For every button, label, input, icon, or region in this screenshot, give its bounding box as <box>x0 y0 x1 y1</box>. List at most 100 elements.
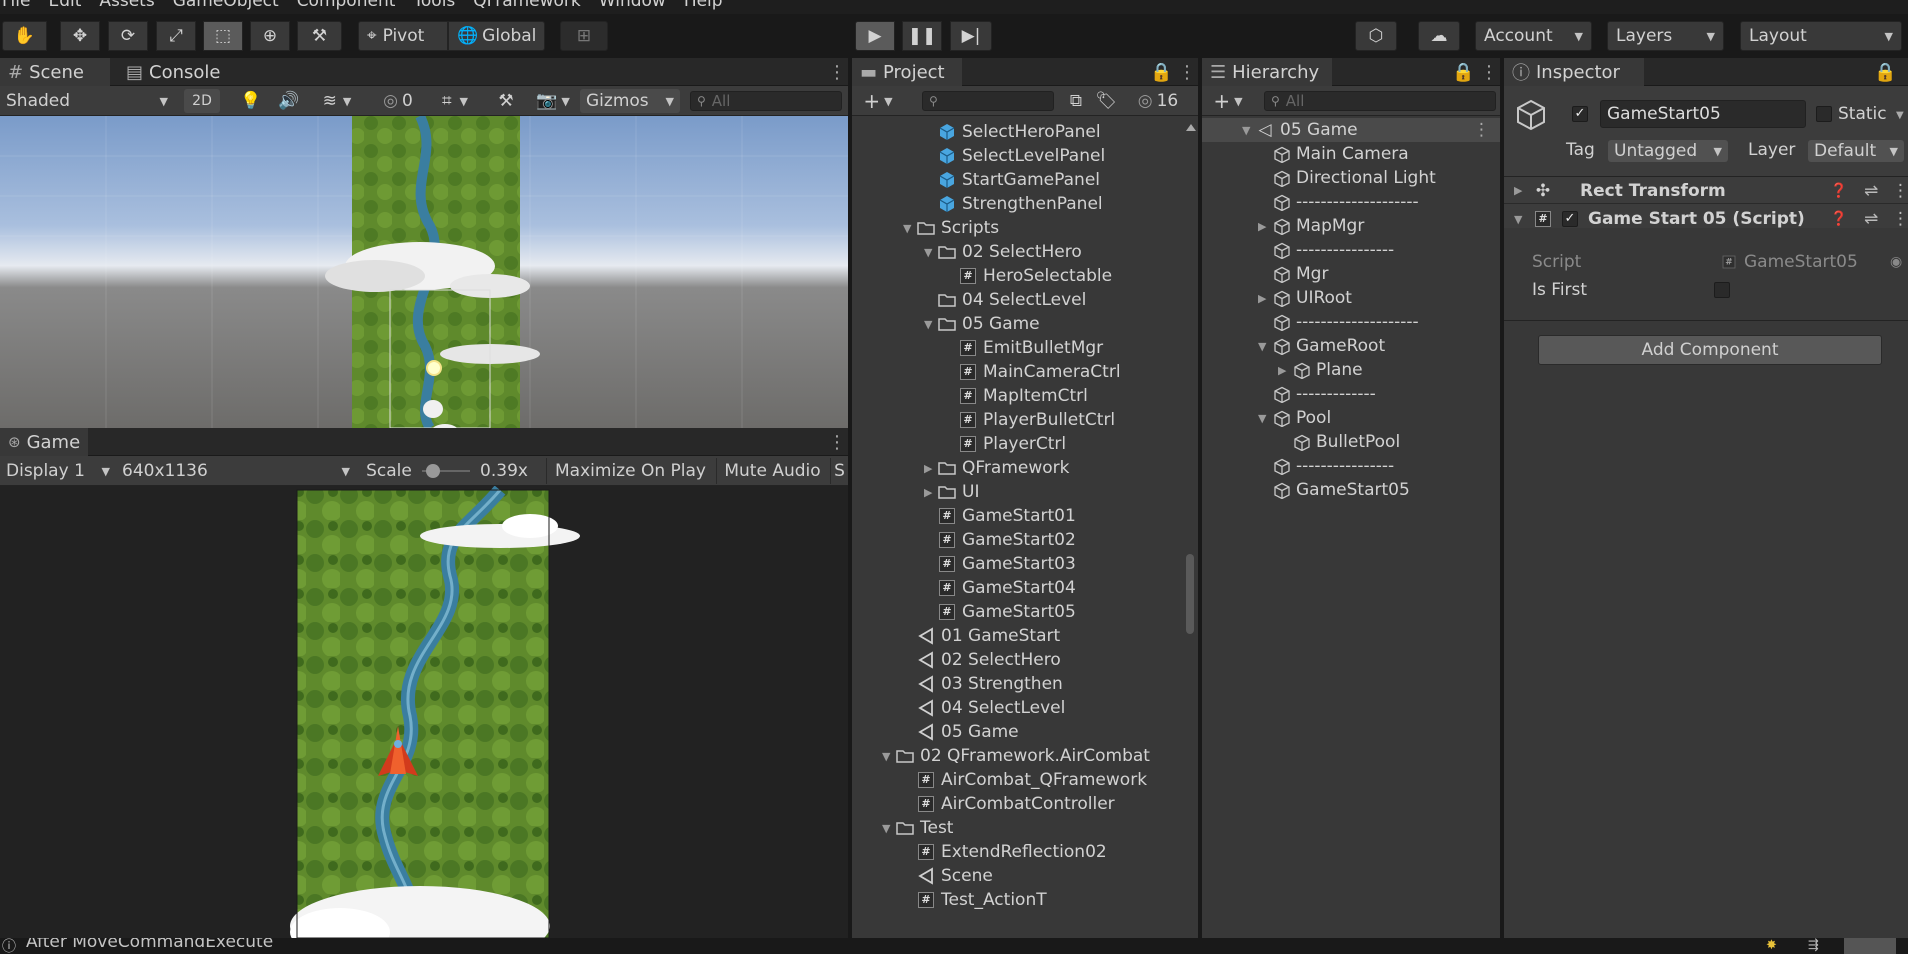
resolution-dropdown[interactable]: 640x1136 ▼ <box>118 458 354 484</box>
hierarchy-item[interactable]: ------------- <box>1258 382 1376 406</box>
menu-tools[interactable]: Tools <box>413 0 455 11</box>
project-item[interactable]: 05 Game <box>903 720 1019 744</box>
project-item[interactable]: # GameStart01 <box>924 504 1076 528</box>
layer-dropdown[interactable]: Default ▼ <box>1808 140 1904 162</box>
inspector-lock-button[interactable]: 🔒 <box>1866 58 1896 86</box>
2d-toggle[interactable]: 2D <box>184 89 220 113</box>
fold-closed-icon[interactable]: ▶ <box>924 462 934 475</box>
game-menu-button[interactable]: ⋮ <box>820 428 846 456</box>
lighting-toggle[interactable]: 💡 <box>238 89 264 113</box>
layers-dropdown[interactable]: Layers ▼ <box>1607 21 1724 51</box>
hierarchy-item[interactable]: ---------------- <box>1258 238 1394 262</box>
stats-toggle[interactable]: S <box>830 458 848 484</box>
fold-closed-icon[interactable]: ▶ <box>1278 364 1288 377</box>
effects-dropdown[interactable]: ≋ ▼ <box>314 89 360 113</box>
play-button[interactable]: ▶ <box>855 21 895 51</box>
project-create-dropdown[interactable]: + ▼ <box>856 89 900 113</box>
scroll-up-arrow-icon[interactable] <box>1186 124 1196 131</box>
network-icon[interactable]: ⇶ <box>1808 938 1819 953</box>
menu-qframework[interactable]: QFramework <box>473 0 581 11</box>
project-item[interactable]: ▼ Scripts <box>903 216 999 240</box>
custom-tool-button[interactable]: ⚒ <box>297 21 342 51</box>
object-name-field[interactable]: GameStart05 <box>1600 100 1806 128</box>
help-icon[interactable]: ❓ <box>1830 183 1847 199</box>
grid-dropdown[interactable]: ⌗ ▼ <box>430 89 480 113</box>
hierarchy-menu-button[interactable]: ⋮ <box>1472 58 1498 86</box>
object-picker-icon[interactable]: ◉ <box>1890 254 1902 270</box>
fold-open-icon[interactable]: ▼ <box>882 822 892 835</box>
project-item[interactable]: # GameStart04 <box>924 576 1076 600</box>
is-first-checkbox[interactable] <box>1714 282 1730 298</box>
fold-closed-icon[interactable]: ▶ <box>924 486 934 499</box>
static-checkbox[interactable] <box>1816 106 1832 122</box>
tools-toggle[interactable]: ⚒ <box>492 89 520 113</box>
hand-tool-left[interactable]: ✋ <box>2 21 47 51</box>
component-enabled-checkbox[interactable]: ✓ <box>1562 211 1578 227</box>
project-item[interactable]: ▼ Test <box>882 816 953 840</box>
hierarchy-item[interactable]: ▶ Plane <box>1278 358 1363 382</box>
project-menu-button[interactable]: ⋮ <box>1170 58 1196 86</box>
move-tool-button[interactable]: ✥ <box>60 21 100 51</box>
menu-assets[interactable]: Assets <box>99 0 154 11</box>
scale-slider-thumb[interactable] <box>426 464 440 478</box>
static-dropdown-arrow-icon[interactable]: ▼ <box>1896 110 1904 121</box>
pivot-toggle[interactable]: ⌖ Pivot <box>358 21 448 51</box>
account-dropdown[interactable]: Account ▼ <box>1475 21 1592 51</box>
project-item[interactable]: 03 Strengthen <box>903 672 1063 696</box>
maximize-on-play-toggle[interactable]: Maximize On Play <box>546 458 714 484</box>
hierarchy-item[interactable]: Directional Light <box>1258 166 1436 190</box>
project-item[interactable]: # PlayerBulletCtrl <box>945 408 1115 432</box>
project-item[interactable]: # EmitBulletMgr <box>945 336 1103 360</box>
project-item[interactable]: 01 GameStart <box>903 624 1060 648</box>
fold-open-icon[interactable]: ▼ <box>924 246 934 259</box>
project-item[interactable]: ▶ UI <box>924 480 979 504</box>
project-scrollbar[interactable] <box>1184 124 1196 934</box>
project-item[interactable]: # AirCombatController <box>903 792 1115 816</box>
tab-console[interactable]: ▤ Console <box>118 58 228 86</box>
hidden-objects-toggle[interactable]: ◎ 0 <box>375 89 421 113</box>
project-item[interactable]: SelectHeroPanel <box>924 120 1101 144</box>
active-checkbox[interactable]: ✓ <box>1572 106 1588 122</box>
rotate-tool-button[interactable]: ⟳ <box>108 21 148 51</box>
collab-button[interactable]: ⬡ <box>1355 21 1397 51</box>
global-toggle[interactable]: 🌐 Global <box>448 21 545 51</box>
hierarchy-item[interactable]: Mgr <box>1258 262 1328 286</box>
project-search-input[interactable]: ⚲ <box>922 91 1054 111</box>
game-viewport[interactable] <box>0 486 848 938</box>
hierarchy-item[interactable]: -------------------- <box>1258 310 1419 334</box>
project-lock-button[interactable]: 🔒 <box>1142 58 1172 86</box>
menu-component[interactable]: Component <box>297 0 396 11</box>
scene-menu-button[interactable]: ⋮ <box>820 58 846 86</box>
help-icon[interactable]: ❓ <box>1830 211 1847 227</box>
scene-search-input[interactable]: ⚲ All <box>690 91 842 111</box>
snap-grid-button[interactable]: ⊞ <box>560 21 608 51</box>
project-item[interactable]: 04 SelectLevel <box>924 288 1086 312</box>
project-item[interactable]: # GameStart03 <box>924 552 1076 576</box>
hierarchy-item[interactable]: Main Camera <box>1258 142 1409 166</box>
kebab-icon[interactable]: ⋮ <box>1892 209 1908 229</box>
project-item[interactable]: # HeroSelectable <box>945 264 1112 288</box>
fold-open-icon[interactable]: ▼ <box>1258 412 1268 425</box>
project-item[interactable]: # Test_ActionT <box>903 888 1047 912</box>
fold-open-icon[interactable]: ▼ <box>882 750 892 763</box>
project-item[interactable]: Scene <box>903 864 993 888</box>
status-message[interactable]: After MoveCommandExecute <box>26 938 273 952</box>
project-item[interactable]: # MapItemCtrl <box>945 384 1088 408</box>
project-hidden-toggle[interactable]: ◎ 16 <box>1124 89 1192 113</box>
hierarchy-item[interactable]: ▶ UIRoot <box>1258 286 1352 310</box>
menu-help[interactable]: Help <box>684 0 723 11</box>
tab-game[interactable]: ⊛ Game <box>0 428 88 456</box>
fold-open-icon[interactable]: ▼ <box>924 318 934 331</box>
scrollbar-thumb[interactable] <box>1186 554 1194 634</box>
project-item[interactable]: 04 SelectLevel <box>903 696 1065 720</box>
cloud-button[interactable]: ☁ <box>1418 21 1460 51</box>
project-item[interactable]: StartGamePanel <box>924 168 1100 192</box>
project-item[interactable]: # ExtendReflection02 <box>903 840 1107 864</box>
kebab-icon[interactable]: ⋮ <box>1892 181 1908 201</box>
fold-closed-icon[interactable]: ▶ <box>1258 220 1268 233</box>
project-item[interactable]: ▶ QFramework <box>924 456 1070 480</box>
hierarchy-item[interactable]: BulletPool <box>1278 430 1400 454</box>
project-item[interactable]: # MainCameraCtrl <box>945 360 1121 384</box>
tab-inspector[interactable]: ⓘ Inspector <box>1504 58 1644 86</box>
bug-icon[interactable]: ✸ <box>1766 938 1777 953</box>
